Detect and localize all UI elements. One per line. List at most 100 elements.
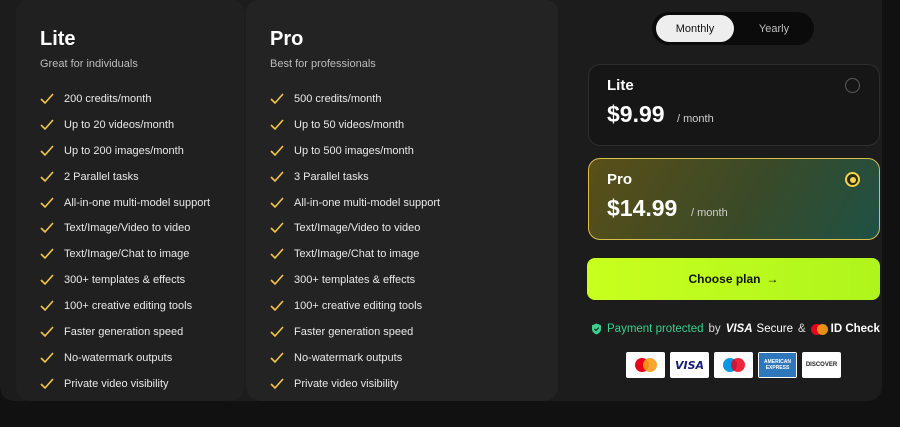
monthly-toggle-button[interactable]: Monthly xyxy=(656,15,734,42)
feature-label: 2 Parallel tasks xyxy=(64,170,139,183)
feature-item: All-in-one multi-model support xyxy=(270,190,440,216)
feature-item: 200 credits/month xyxy=(40,86,210,112)
feature-label: Up to 50 videos/month xyxy=(294,118,405,131)
check-icon xyxy=(40,378,54,389)
check-icon xyxy=(40,145,54,156)
check-icon xyxy=(270,171,284,182)
feature-item: Faster generation speed xyxy=(270,319,440,345)
feature-label: Faster generation speed xyxy=(294,325,414,338)
check-icon xyxy=(40,326,54,338)
feature-item: No-watermark outputs xyxy=(40,345,210,371)
plan-option-pro[interactable]: Pro $14.99 / month xyxy=(588,158,880,240)
feature-item: Text/Image/Video to video xyxy=(40,215,210,241)
feature-item: Up to 50 videos/month xyxy=(270,112,440,138)
feature-label: 300+ templates & effects xyxy=(294,274,416,287)
feature-item: Private video visibility xyxy=(40,371,210,397)
feature-label: Private video visibility xyxy=(294,377,399,390)
amex-logo-text: AMERICAN EXPRESS xyxy=(759,353,796,377)
feature-item: 500 credits/month xyxy=(270,86,440,112)
check-icon xyxy=(270,119,284,130)
arrow-right-icon: → xyxy=(766,272,779,286)
feature-label: No-watermark outputs xyxy=(294,351,403,364)
feature-label: 300+ templates & effects xyxy=(64,274,186,287)
lite-column-subtitle: Great for individuals xyxy=(40,58,138,70)
feature-label: Text/Image/Chat to image xyxy=(64,248,190,261)
feature-label: Up to 500 images/month xyxy=(294,144,414,157)
feature-label: Text/Image/Video to video xyxy=(64,222,191,235)
check-icon xyxy=(40,352,54,364)
lite-features-column: Lite Great for individuals 200 credits/m… xyxy=(16,0,244,401)
feature-label: 100+ creative editing tools xyxy=(64,300,193,313)
amex-logo: AMERICAN EXPRESS xyxy=(758,352,797,378)
check-icon xyxy=(270,300,284,312)
feature-label: Up to 200 images/month xyxy=(64,144,184,157)
check-icon xyxy=(270,93,284,105)
feature-item: 2 Parallel tasks xyxy=(40,164,210,190)
feature-item: Text/Image/Chat to image xyxy=(270,241,440,267)
visa-logo: VISA xyxy=(670,352,709,378)
plan-price: $9.99 xyxy=(607,101,665,127)
feature-item: Up to 500 images/month xyxy=(270,138,440,164)
payment-cards-row: VISA AMERICAN EXPRESS DISCOVER xyxy=(626,352,841,378)
feature-label: 500 credits/month xyxy=(294,92,382,105)
visa-secure-text: Secure xyxy=(756,323,793,335)
shield-check-icon xyxy=(592,323,601,335)
visa-logo-text: VISA xyxy=(674,358,705,372)
feature-item: 100+ creative editing tools xyxy=(40,293,210,319)
check-icon xyxy=(40,300,54,312)
choose-plan-button[interactable]: Choose plan → xyxy=(587,258,880,300)
plan-radio[interactable] xyxy=(845,78,860,93)
feature-label: All-in-one multi-model support xyxy=(294,196,441,209)
plan-option-lite[interactable]: Lite $9.99 / month xyxy=(588,64,880,146)
plan-period: / month xyxy=(691,207,728,219)
plan-price: $14.99 xyxy=(607,195,678,221)
by-text: by xyxy=(708,323,721,335)
feature-item: 300+ templates & effects xyxy=(40,267,210,293)
mastercard-icon xyxy=(810,323,828,335)
check-icon xyxy=(270,222,284,234)
feature-item: 300+ templates & effects xyxy=(270,267,440,293)
feature-item: 3 Parallel tasks xyxy=(270,164,440,190)
feature-label: 3 Parallel tasks xyxy=(294,170,369,183)
pro-column-title: Pro xyxy=(270,28,304,50)
billing-toggle: Monthly Yearly xyxy=(652,12,814,45)
payment-security-note: Payment protected by VISA Secure & ID Ch… xyxy=(591,321,880,337)
discover-logo: DISCOVER xyxy=(802,352,841,378)
feature-item: No-watermark outputs xyxy=(270,345,440,371)
pro-feature-list: 500 credits/month Up to 50 videos/month … xyxy=(270,86,440,397)
pro-features-column: Pro Best for professionals 500 credits/m… xyxy=(246,0,558,401)
maestro-logo xyxy=(714,352,753,378)
feature-label: Faster generation speed xyxy=(64,325,184,338)
feature-label: All-in-one multi-model support xyxy=(64,196,211,209)
plan-name: Lite xyxy=(607,77,634,94)
check-icon xyxy=(40,248,54,260)
discover-logo-text: DISCOVER xyxy=(805,362,838,368)
yearly-toggle-button[interactable]: Yearly xyxy=(738,15,810,42)
plan-radio-selected[interactable] xyxy=(845,172,860,187)
check-icon xyxy=(40,171,54,182)
check-icon xyxy=(40,222,54,234)
feature-item: 100+ creative editing tools xyxy=(270,293,440,319)
check-icon xyxy=(270,326,284,338)
mastercard-logo xyxy=(626,352,665,378)
check-icon xyxy=(270,274,284,286)
feature-item: Text/Image/Chat to image xyxy=(40,241,210,267)
feature-item: Up to 20 videos/month xyxy=(40,112,210,138)
lite-column-title: Lite xyxy=(40,28,76,50)
plan-name: Pro xyxy=(607,171,633,188)
plan-period: / month xyxy=(677,113,714,125)
feature-label: 200 credits/month xyxy=(64,92,152,105)
check-icon xyxy=(40,119,54,130)
feature-item: Faster generation speed xyxy=(40,319,210,345)
feature-item: Private video visibility xyxy=(270,371,440,397)
check-icon xyxy=(40,274,54,286)
check-icon xyxy=(270,352,284,364)
choose-plan-label: Choose plan xyxy=(688,272,761,286)
feature-item: Text/Image/Video to video xyxy=(270,215,440,241)
check-icon xyxy=(40,196,54,208)
check-icon xyxy=(270,196,284,208)
feature-label: 100+ creative editing tools xyxy=(294,300,423,313)
id-check-text: ID Check xyxy=(830,323,880,335)
feature-label: Up to 20 videos/month xyxy=(64,118,175,131)
check-icon xyxy=(270,145,284,156)
